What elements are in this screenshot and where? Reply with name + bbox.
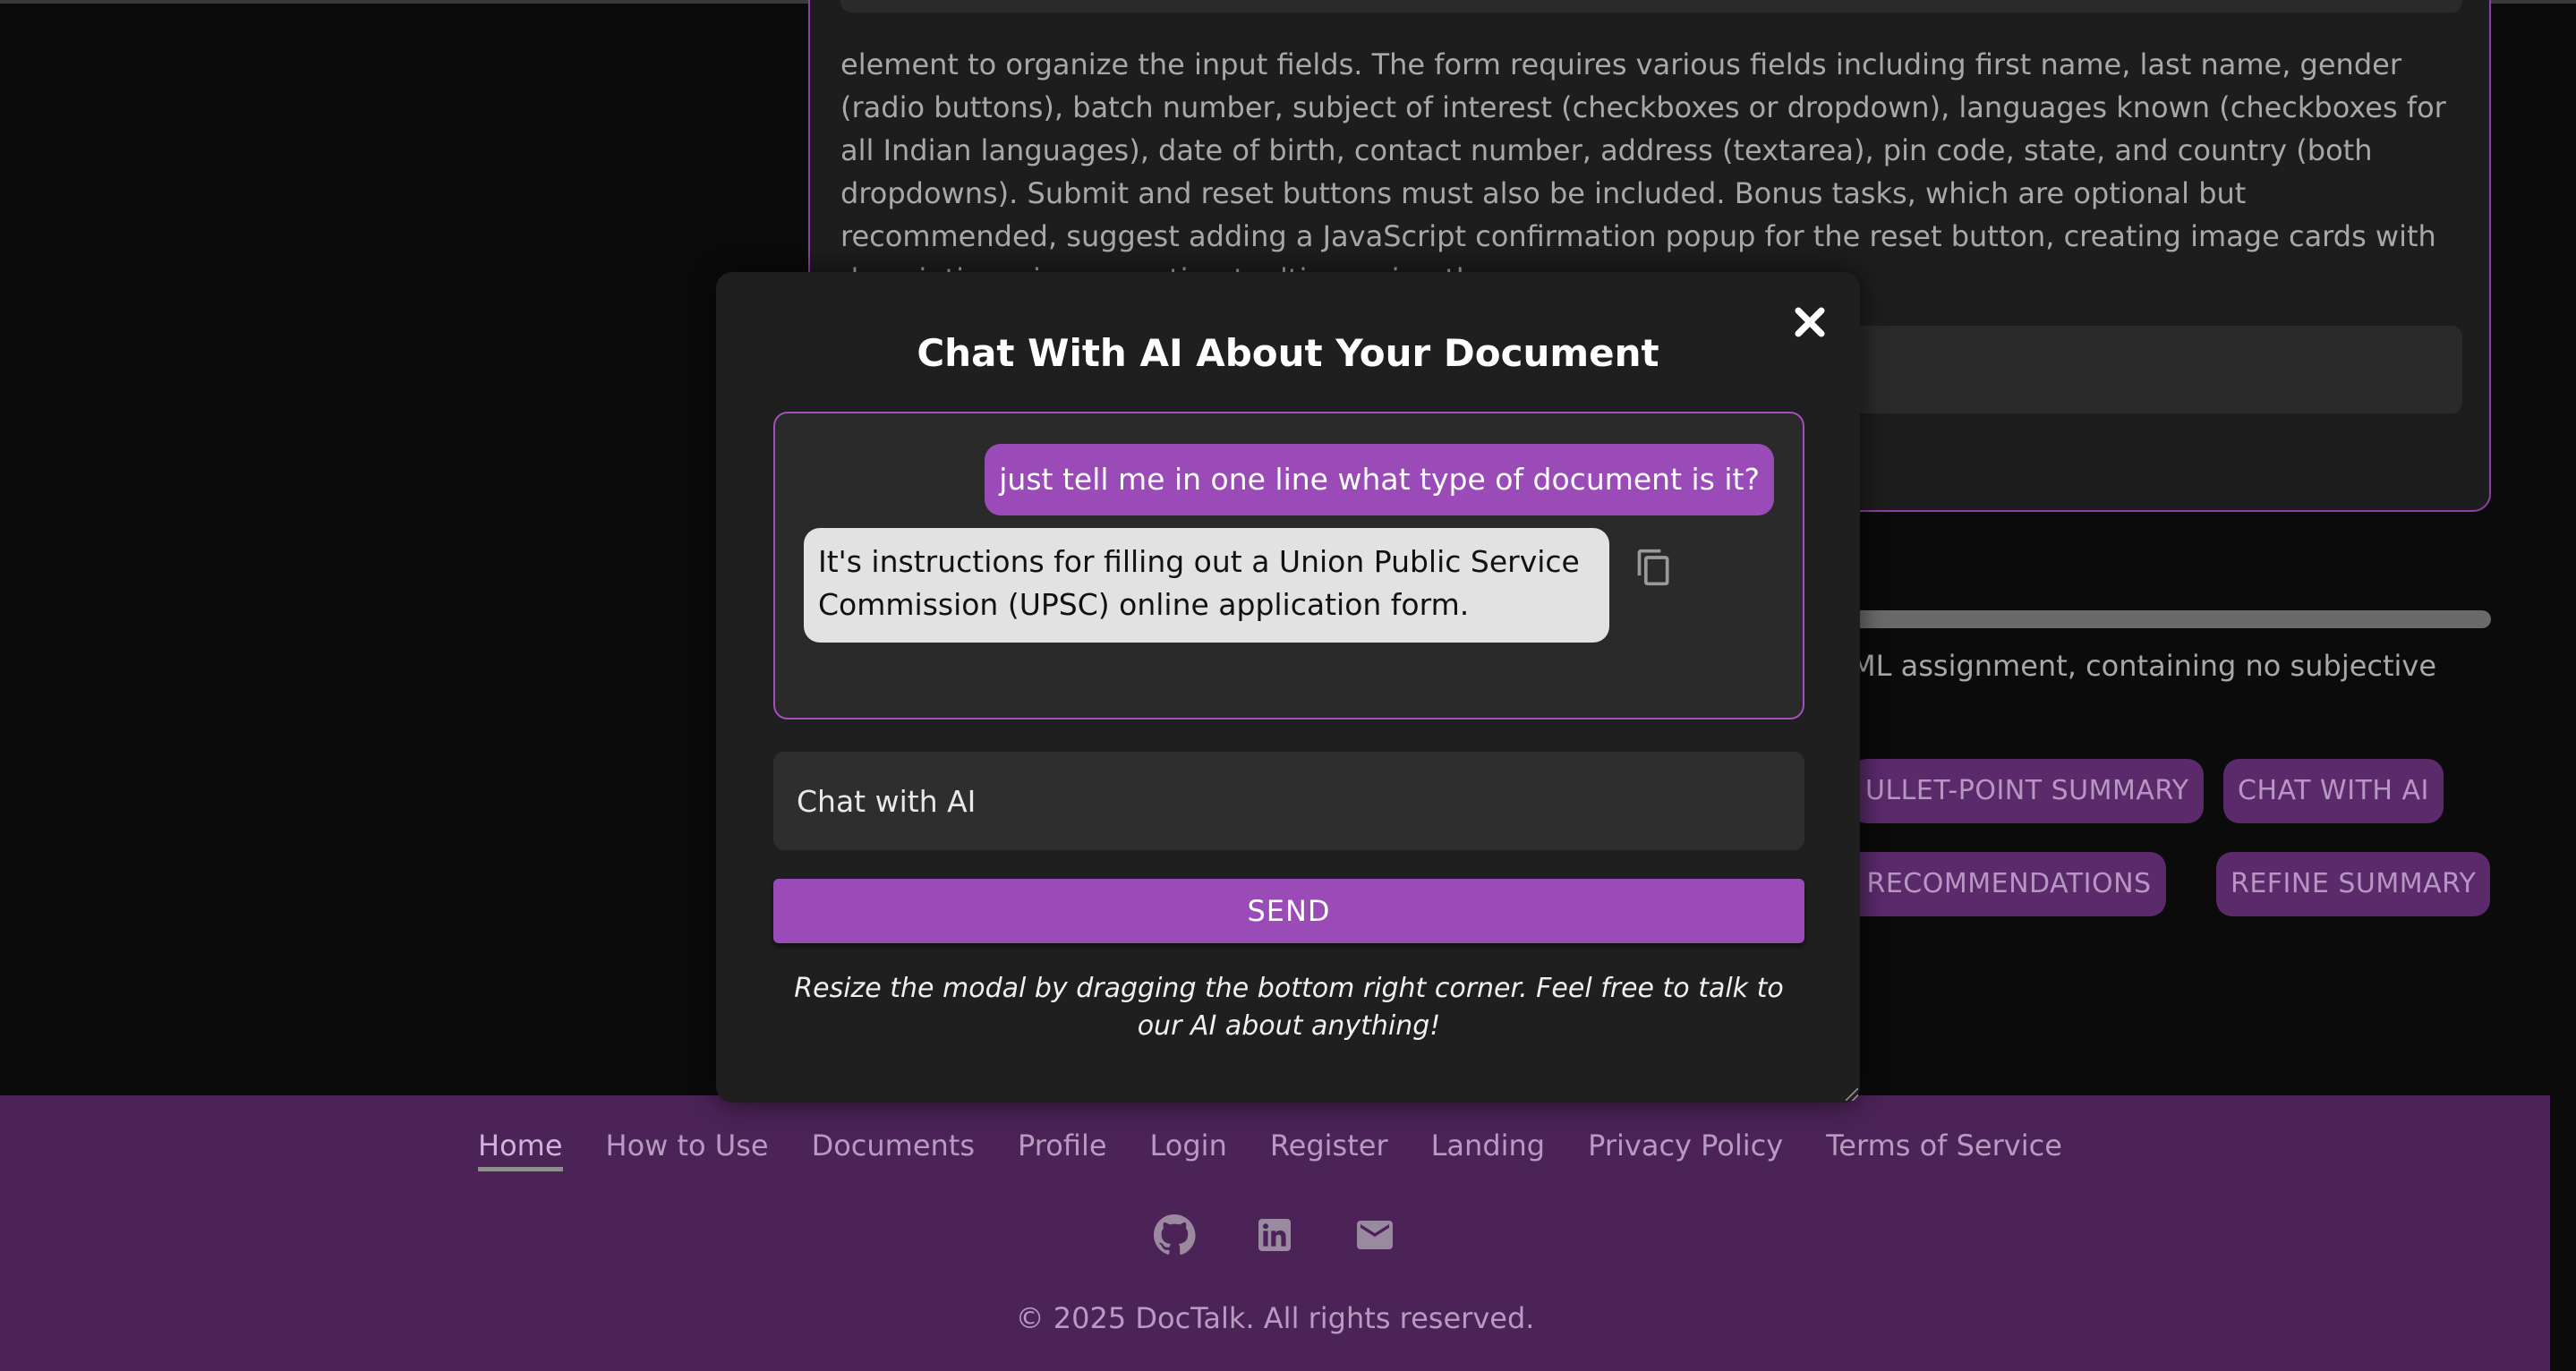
footer-nav: Home How to Use Documents Profile Login … <box>478 1126 2062 1171</box>
summary-text: ML assignment, containing no subjective <box>1851 649 2437 683</box>
footer-link-how-to-use[interactable]: How to Use <box>606 1126 769 1171</box>
document-text: element to organize the input fields. Th… <box>840 47 2446 296</box>
recommendations-button[interactable]: E RECOMMENDATIONS <box>1826 852 2166 916</box>
refine-summary-button[interactable]: REFINE SUMMARY <box>2216 852 2491 916</box>
chat-input[interactable] <box>773 752 1804 850</box>
chat-modal: Chat With AI About Your Document just te… <box>716 272 1860 1103</box>
chat-with-ai-button[interactable]: CHAT WITH AI <box>2223 759 2444 823</box>
copy-icon[interactable] <box>1634 548 1674 587</box>
footer-link-terms-of-service[interactable]: Terms of Service <box>1826 1126 2062 1171</box>
chat-history[interactable]: just tell me in one line what type of do… <box>773 412 1804 720</box>
github-icon[interactable] <box>1153 1213 1196 1256</box>
modal-hint: Resize the modal by dragging the bottom … <box>794 973 1784 1042</box>
ai-message: It's instructions for filling out a Unio… <box>804 528 1609 643</box>
linkedin-icon[interactable] <box>1253 1213 1296 1256</box>
footer-link-landing[interactable]: Landing <box>1431 1126 1546 1171</box>
send-button[interactable]: SEND <box>773 879 1804 943</box>
footer-link-privacy-policy[interactable]: Privacy Policy <box>1588 1126 1783 1171</box>
document-card-top-bar <box>840 0 2462 13</box>
modal-title: Chat With AI About Your Document <box>917 331 1659 375</box>
footer-link-home[interactable]: Home <box>478 1126 563 1171</box>
footer-link-login[interactable]: Login <box>1150 1126 1227 1171</box>
copyright: © 2025 DocTalk. All rights reserved. <box>1015 1301 1535 1335</box>
email-icon[interactable] <box>1353 1213 1396 1256</box>
bullet-point-summary-button[interactable]: ULLET-POINT SUMMARY <box>1851 759 2204 823</box>
resize-handle[interactable] <box>1846 1088 1858 1101</box>
user-message: just tell me in one line what type of do… <box>985 444 1774 515</box>
footer-link-documents[interactable]: Documents <box>812 1126 975 1171</box>
footer-link-profile[interactable]: Profile <box>1018 1126 1107 1171</box>
social-icons <box>1153 1213 1396 1256</box>
footer-link-register[interactable]: Register <box>1270 1126 1388 1171</box>
